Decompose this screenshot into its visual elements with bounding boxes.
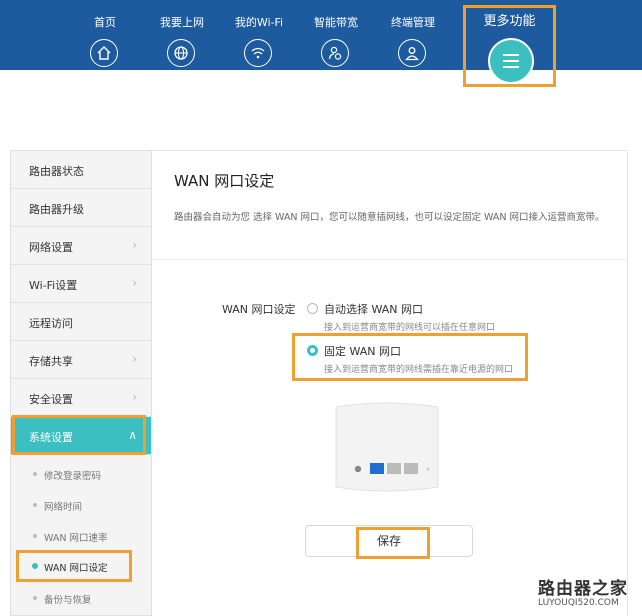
sidebar-item-router-upgrade[interactable]: 路由器升级 [11, 189, 151, 227]
main-panel: WAN 网口设定 路由器会自动为您 选择 WAN 网口，您可以随意插网线，也可以… [152, 150, 628, 616]
sidebar-subitem-network-time[interactable]: 网络时间 [11, 490, 151, 520]
watermark-url: LUYOUQI520.COM [538, 598, 619, 608]
nav-smart-bandwidth-label: 智能带宽 [314, 16, 358, 29]
bandwidth-icon [321, 39, 349, 67]
chevron-right-icon: › [132, 238, 137, 252]
radio-auto-wan[interactable] [307, 303, 318, 314]
chevron-right-icon: › [132, 276, 137, 290]
sidebar-subitem-label: WAN 网口速率 [44, 533, 108, 544]
sidebar-subitem-label: 修改登录密码 [44, 471, 102, 482]
sidebar-item-router-status[interactable]: 路由器状态 [11, 151, 151, 189]
option-auto-wan-label: 自动选择 WAN 网口 [324, 303, 424, 316]
globe-icon [167, 39, 195, 67]
save-button-highlight [356, 527, 430, 559]
sidebar-item-label: Wi-Fi设置 [29, 279, 78, 292]
sidebar-subitem-label: 网络时间 [44, 502, 83, 513]
sidebar-item-label: 路由器状态 [29, 165, 84, 178]
sidebar-item-security-settings[interactable]: 安全设置 › [11, 379, 151, 417]
bullet-icon [33, 472, 37, 476]
nav-my-wifi-label: 我的Wi-Fi [234, 16, 284, 29]
bullet-icon [33, 503, 37, 507]
more-features-highlight [463, 5, 556, 87]
sidebar-item-storage-sharing[interactable]: 存储共享 › [11, 341, 151, 379]
sidebar: 路由器状态 路由器升级 网络设置 › Wi-Fi设置 › 远程访问 存储共享 ›… [10, 150, 152, 616]
sidebar-subitem-change-password[interactable]: 修改登录密码 [11, 459, 151, 489]
sidebar-item-label: 存储共享 [29, 355, 73, 368]
sidebar-item-wifi-settings[interactable]: Wi-Fi设置 › [11, 265, 151, 303]
router-illustration [335, 402, 439, 492]
sidebar-subitem-label: 备份与恢复 [44, 595, 92, 606]
sidebar-item-label: 安全设置 [29, 393, 73, 406]
sidebar-item-label: 路由器升级 [29, 203, 84, 216]
page-description: 路由器会自动为您 选择 WAN 网口，您可以随意插网线，也可以设定固定 WAN … [174, 212, 605, 223]
bullet-icon [33, 534, 37, 538]
sidebar-subitem-backup-restore[interactable]: 备份与恢复 [11, 583, 151, 613]
system-settings-highlight [12, 415, 146, 455]
option-auto-wan-hint: 接入到运营商宽带的网线可以插在任意网口 [324, 323, 496, 333]
bullet-icon [33, 596, 37, 600]
nav-home-label: 首页 [94, 16, 116, 29]
sidebar-item-label: 网络设置 [29, 241, 73, 254]
fixed-wan-highlight [292, 333, 528, 381]
sidebar-item-network-settings[interactable]: 网络设置 › [11, 227, 151, 265]
sidebar-item-label: 远程访问 [29, 317, 73, 330]
wan-port-field-label: WAN 网口设定 [222, 303, 296, 316]
chevron-right-icon: › [132, 390, 137, 404]
wan-port-setting-highlight [16, 550, 132, 582]
divider [152, 259, 626, 260]
nav-internet-label: 我要上网 [160, 16, 204, 29]
home-icon [90, 39, 118, 67]
nav-device-management-label: 终端管理 [391, 16, 435, 29]
sidebar-item-remote-access[interactable]: 远程访问 [11, 303, 151, 341]
user-icon [398, 39, 426, 67]
sidebar-subitem-wan-port-speed[interactable]: WAN 网口速率 [11, 521, 151, 551]
wifi-icon [244, 39, 272, 67]
watermark-logo: 路由器之家 [538, 579, 628, 599]
page-title: WAN 网口设定 [174, 172, 275, 190]
chevron-right-icon: › [132, 352, 137, 366]
